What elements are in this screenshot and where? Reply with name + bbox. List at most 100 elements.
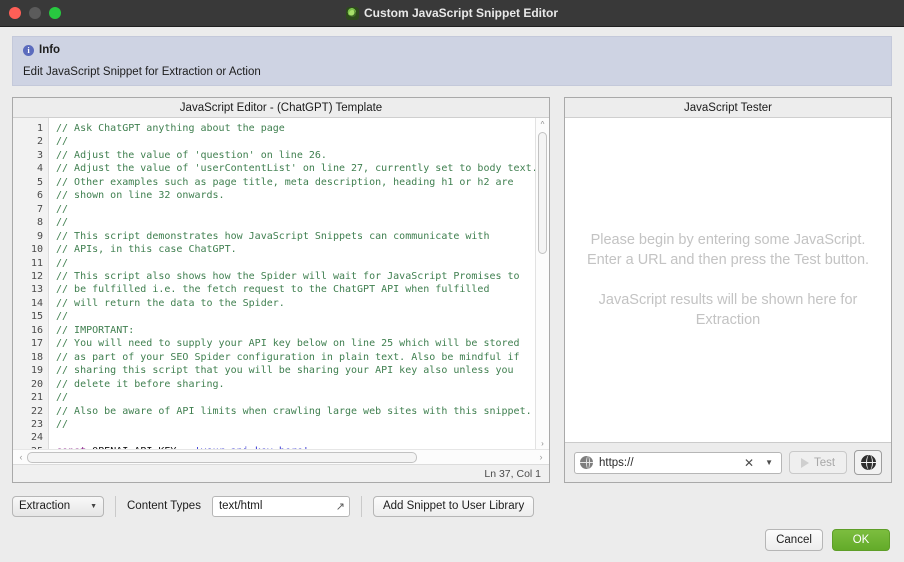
line-number: 11 [30,257,43,269]
code-line: // [56,311,69,323]
globe-icon [580,456,593,469]
vertical-scroll-thumb[interactable] [538,132,547,254]
toolbar-divider [115,495,116,517]
info-icon: i [23,44,34,56]
code-line: // sharing this script that you will be … [56,365,514,377]
close-window-button[interactable] [9,7,21,19]
url-value[interactable]: https:// [599,457,735,469]
minimize-window-button[interactable] [29,7,41,19]
window-title-group: Custom JavaScript Snippet Editor [0,6,904,20]
code-line: // You will need to supply your API key … [56,338,520,350]
test-button-label: Test [813,456,836,469]
code-line: const OPENAI_API_KEY = 'your_api_key_her… [56,445,549,449]
add-snippet-to-user-library-button[interactable]: Add Snippet to User Library [372,495,535,517]
content-types-value[interactable]: text/html [219,500,336,512]
code-line: // This script also shows how the Spider… [56,270,520,282]
info-heading: Info [39,44,61,56]
code-line: // [56,217,69,229]
code-line: // [56,392,69,404]
editor-status-bar: Ln 37, Col 1 [13,464,549,482]
tester-results-area: Please begin by entering some JavaScript… [565,118,891,442]
line-number: 4 [36,163,43,175]
title-bar: Custom JavaScript Snippet Editor [0,0,904,27]
tester-panel-title: JavaScript Tester [565,98,891,118]
code-line: // [56,136,69,148]
line-number: 5 [36,176,43,188]
open-browser-button[interactable] [854,450,882,475]
editor-horizontal-scrollbar[interactable]: ‹ › [13,449,549,464]
code-line: // be fulfilled i.e. the fetch request t… [56,284,490,296]
code-line: // This script demonstrates how JavaScri… [56,230,490,242]
tester-placeholder-secondary: JavaScript results will be shown here fo… [598,292,858,328]
line-number: 10 [30,244,43,256]
line-number: 3 [36,149,43,161]
code-line: // Adjust the value of 'userContentList'… [56,163,538,175]
javascript-tester-panel: JavaScript Tester Please begin by enteri… [564,97,892,483]
code-text[interactable]: // Ask ChatGPT anything about the page //… [49,118,549,449]
content-types-label: Content Types [127,500,201,512]
spider-icon [345,6,359,20]
content-types-input[interactable]: text/html ↗ [211,495,350,517]
line-number: 14 [30,297,43,309]
editor-panel-title: JavaScript Editor - (ChatGPT) Template [13,98,549,118]
snippet-editor-window: Custom JavaScript Snippet Editor i Info … [0,0,904,562]
chevron-down-icon[interactable]: ▼ [763,458,777,467]
line-number: 25 [13,445,48,449]
maximize-window-button[interactable] [49,7,61,19]
line-number: 7 [36,203,43,215]
cursor-position: Ln 37, Col 1 [484,467,541,480]
line-number: 15 [30,311,43,323]
clear-x-icon[interactable]: ✕ [741,456,757,470]
line-number: 12 [30,270,43,282]
line-number-gutter: 1234567891011121314151617181920212223242… [13,118,49,449]
main-split: JavaScript Editor - (ChatGPT) Template 1… [12,97,892,483]
scroll-right-icon[interactable]: › [535,452,547,462]
line-number: 16 [30,324,43,336]
code-line: // APIs, in this case ChatGPT. [56,244,237,256]
scroll-up-icon[interactable]: ^ [536,118,549,130]
code-line: // delete it before sharing. [56,378,225,390]
cancel-button[interactable]: Cancel [765,529,823,551]
add-snippet-label: Add Snippet to User Library [382,500,525,512]
javascript-editor-panel: JavaScript Editor - (ChatGPT) Template 1… [12,97,550,483]
line-number: 18 [30,351,43,363]
line-number: 21 [30,392,43,404]
snippet-mode-select[interactable]: Extraction ▼ [12,495,104,517]
ok-button[interactable]: OK [832,529,890,551]
code-line: // Other examples such as page title, me… [56,176,514,188]
editor-vertical-scrollbar[interactable]: ^ › [535,118,549,449]
horizontal-scroll-thumb[interactable] [27,451,417,463]
scroll-down-icon[interactable]: › [536,437,549,449]
line-number: 22 [30,405,43,417]
line-number: 17 [30,338,43,350]
code-line: // Adjust the value of 'question' on lin… [56,149,327,161]
window-title: Custom JavaScript Snippet Editor [363,6,559,20]
code-editor-area[interactable]: 1234567891011121314151617181920212223242… [13,118,549,449]
line-number: 23 [30,418,43,430]
info-text: Edit JavaScript Snippet for Extraction o… [23,66,261,78]
scroll-left-icon[interactable]: ‹ [15,452,27,462]
tester-controls-bar: https:// ✕ ▼ Test [565,442,891,482]
url-input[interactable]: https:// ✕ ▼ [574,451,782,474]
line-number: 20 [30,378,43,390]
expand-arrow-icon[interactable]: ↗ [336,500,345,513]
window-controls [0,7,61,19]
horizontal-scroll-track[interactable] [27,451,535,463]
line-number: 8 [36,217,43,229]
cancel-label: Cancel [776,534,812,546]
test-button[interactable]: Test [789,451,847,474]
line-number: 6 [36,190,43,202]
line-number: 24 [30,432,43,444]
info-banner: i Info Edit JavaScript Snippet for Extra… [12,36,892,86]
code-line: // [56,203,69,215]
info-heading-row: i Info [23,44,881,56]
bottom-toolbar: Extraction ▼ Content Types text/html ↗ A… [12,494,892,518]
code-line: // shown on line 32 onwards. [56,190,225,202]
chevron-down-icon: ▼ [90,502,97,510]
tester-placeholder-primary: Please begin by entering some JavaScript… [586,232,870,268]
line-number: 1 [36,123,43,134]
vertical-scroll-track[interactable] [536,130,549,437]
line-number: 2 [36,136,43,148]
dialog-footer: Cancel OK [0,518,904,562]
ok-label: OK [852,534,870,546]
